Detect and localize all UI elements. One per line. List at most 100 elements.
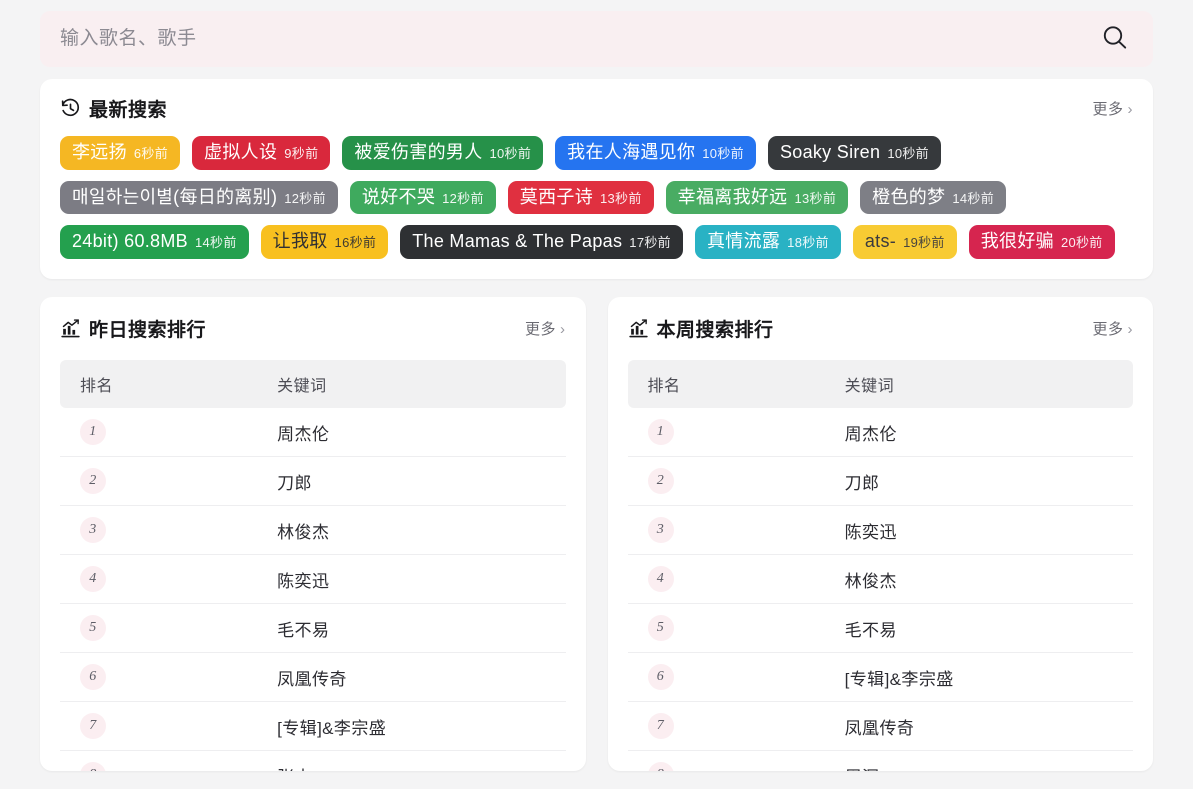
search-input[interactable] bbox=[58, 19, 1095, 59]
recent-search-tag[interactable]: 매일하는이별(每日的离别) 12秒前 bbox=[60, 180, 338, 215]
table-row[interactable]: 4 陈奕迅 bbox=[60, 554, 566, 605]
table-row[interactable]: 3 陈奕迅 bbox=[627, 505, 1133, 556]
table-row[interactable]: 6 凤凰传奇 bbox=[60, 652, 566, 703]
keyword-cell[interactable]: [专辑]&李宗盛 bbox=[824, 652, 1133, 703]
ranking-title-group: 本周搜索排行 bbox=[628, 315, 774, 342]
rank-cell: 8 bbox=[627, 750, 825, 772]
recent-search-tag[interactable]: 幸福离我好远 13秒前 bbox=[665, 180, 849, 215]
recent-search-tag[interactable]: 我在人海遇见你 10秒前 bbox=[555, 136, 756, 170]
search-button[interactable] bbox=[1095, 19, 1135, 59]
keyword-cell[interactable]: 张杰 bbox=[257, 750, 566, 772]
keyword-cell[interactable]: 林俊杰 bbox=[257, 505, 566, 556]
ranking-more-link[interactable]: 更多 › bbox=[525, 318, 566, 339]
recent-search-tag-label: 被爱伤害的男人 bbox=[354, 142, 483, 162]
keyword-cell[interactable]: 陈奕迅 bbox=[257, 554, 566, 605]
table-row[interactable]: 2 刀郎 bbox=[627, 456, 1133, 507]
chevron-right-icon: › bbox=[560, 321, 566, 339]
keyword-cell[interactable]: [专辑]&李宗盛 bbox=[257, 701, 566, 752]
rank-cell: 2 bbox=[627, 456, 825, 507]
table-row[interactable]: 8 张杰 bbox=[60, 750, 566, 772]
rank-badge: 7 bbox=[80, 713, 106, 740]
recent-search-tag-label: 24bit) 60.8MB bbox=[72, 231, 188, 252]
recent-search-tag-label: Soaky Siren bbox=[779, 142, 881, 162]
keyword-cell[interactable]: 刀郎 bbox=[257, 456, 566, 507]
recent-search-tag[interactable]: 说好不哭 12秒前 bbox=[349, 180, 496, 215]
table-row[interactable]: 1 周杰伦 bbox=[627, 408, 1133, 458]
rank-cell: 7 bbox=[627, 701, 825, 752]
recent-search-tag-time: 12秒前 bbox=[442, 190, 484, 206]
keyword-cell[interactable]: 周深 bbox=[824, 750, 1133, 772]
recent-search-tag-label: 매일하는이별(每日的离别) bbox=[72, 186, 278, 207]
recent-search-tag-label: 橙色的梦 bbox=[872, 186, 946, 207]
recent-searches-more-link[interactable]: 更多 › bbox=[1092, 98, 1133, 119]
keyword-cell[interactable]: 毛不易 bbox=[824, 603, 1133, 654]
rank-badge: 5 bbox=[647, 615, 674, 642]
table-row[interactable]: 3 林俊杰 bbox=[60, 505, 566, 556]
ranking-card: 本周搜索排行 更多 › 排名 关键词 1 周杰伦 2 刀郎 3 陈奕迅 4 林俊杰 5 毛不易 6 [专辑]&李… bbox=[607, 297, 1153, 772]
rank-cell: 1 bbox=[627, 408, 825, 458]
recent-search-tag[interactable]: 24bit) 60.8MB 14秒前 bbox=[60, 225, 249, 260]
recent-search-tag[interactable]: ats- 19秒前 bbox=[852, 225, 957, 260]
recent-search-tag-time: 14秒前 bbox=[194, 235, 237, 251]
keyword-cell[interactable]: 刀郎 bbox=[824, 456, 1133, 507]
recent-search-tag-label: 真情流露 bbox=[706, 231, 781, 252]
recent-search-tag-label: 说好不哭 bbox=[361, 186, 436, 207]
recent-search-tag[interactable]: 莫西子诗 13秒前 bbox=[507, 180, 654, 215]
keyword-cell[interactable]: 凤凰传奇 bbox=[824, 701, 1133, 752]
recent-search-tag-label: 我在人海遇见你 bbox=[567, 142, 696, 162]
recent-search-tag[interactable]: 虚拟人设 9秒前 bbox=[192, 136, 331, 170]
keyword-cell[interactable]: 周杰伦 bbox=[257, 408, 566, 458]
more-label: 更多 bbox=[1092, 321, 1124, 339]
recent-search-tag-time: 6秒前 bbox=[133, 146, 169, 161]
recent-search-tag[interactable]: The Mamas & The Papas 17秒前 bbox=[400, 225, 683, 260]
history-clock-icon bbox=[60, 98, 81, 119]
table-header-row: 排名 关键词 bbox=[627, 360, 1133, 409]
rank-badge: 8 bbox=[647, 762, 674, 772]
recent-search-tag[interactable]: 李远扬 6秒前 bbox=[60, 136, 181, 170]
rank-badge: 3 bbox=[80, 517, 106, 544]
bar-chart-icon bbox=[60, 318, 81, 339]
ranking-title-group: 昨日搜索排行 bbox=[60, 315, 206, 342]
keyword-cell[interactable]: 毛不易 bbox=[257, 603, 566, 654]
table-header-row: 排名 关键词 bbox=[60, 360, 566, 409]
recent-search-tag[interactable]: 橙色的梦 14秒前 bbox=[860, 180, 1007, 215]
ranking-table: 排名关键词 1 周杰伦 2 刀郎 3 陈奕迅 4 林俊杰 5 毛不易 6 [专辑]&李宗盛 7 凤凰传奇 8 周… bbox=[627, 360, 1133, 772]
table-row[interactable]: 4 林俊杰 bbox=[627, 554, 1133, 605]
recent-search-tag-time: 9秒前 bbox=[284, 146, 319, 161]
recent-searches-header: 最新搜索 更多 › bbox=[60, 95, 1133, 122]
recent-search-tag-time: 10秒前 bbox=[887, 146, 929, 161]
recent-search-tag[interactable]: 让我取 16秒前 bbox=[260, 225, 389, 260]
table-row[interactable]: 7 凤凰传奇 bbox=[627, 701, 1133, 752]
table-row[interactable]: 5 毛不易 bbox=[60, 603, 566, 654]
rank-badge: 5 bbox=[80, 615, 106, 642]
column-header: 排名 bbox=[60, 360, 258, 409]
table-row[interactable]: 2 刀郎 bbox=[60, 456, 566, 507]
rank-badge: 2 bbox=[647, 468, 674, 495]
recent-search-tag[interactable]: 我很好骗 20秒前 bbox=[968, 225, 1115, 260]
rank-cell: 4 bbox=[627, 554, 825, 605]
recent-search-tag-label: 让我取 bbox=[272, 231, 328, 252]
recent-search-tag-time: 14秒前 bbox=[952, 190, 995, 206]
rank-cell: 3 bbox=[627, 505, 825, 556]
keyword-cell[interactable]: 林俊杰 bbox=[824, 554, 1133, 605]
table-row[interactable]: 1 周杰伦 bbox=[60, 408, 566, 458]
rank-cell: 3 bbox=[60, 505, 258, 556]
ranking-card: 昨日搜索排行 更多 › 排名 关键词 1 周杰伦 2 刀郎 3 林俊杰 4 陈奕迅 5 毛不易 6 凤凰传奇 7 [… bbox=[40, 297, 586, 772]
table-row[interactable]: 5 毛不易 bbox=[627, 603, 1133, 654]
table-row[interactable]: 6 [专辑]&李宗盛 bbox=[627, 652, 1133, 703]
keyword-cell[interactable]: 陈奕迅 bbox=[824, 505, 1133, 556]
recent-search-tag-label: ats- bbox=[864, 231, 897, 252]
recent-search-tag[interactable]: Soaky Siren 10秒前 bbox=[767, 136, 941, 170]
more-label: 更多 bbox=[524, 321, 556, 339]
recent-search-tag[interactable]: 被爱伤害的男人 10秒前 bbox=[342, 136, 544, 170]
table-row[interactable]: 7 [专辑]&李宗盛 bbox=[60, 701, 566, 752]
keyword-cell[interactable]: 周杰伦 bbox=[824, 408, 1133, 458]
keyword-cell[interactable]: 凤凰传奇 bbox=[257, 652, 566, 703]
table-row[interactable]: 8 周深 bbox=[627, 750, 1133, 772]
recent-search-tag[interactable]: 真情流露 18秒前 bbox=[694, 225, 841, 260]
ranking-more-link[interactable]: 更多 › bbox=[1092, 318, 1133, 339]
ranking-row: 昨日搜索排行 更多 › 排名 关键词 1 周杰伦 2 刀郎 3 林俊杰 4 陈奕迅 5 毛不易 6 凤凰传奇 7[… bbox=[40, 297, 1153, 772]
search-page: 最新搜索 更多› 李远扬6秒前虚拟人设9秒前被爱伤害的男人10秒前我在人海遇见你… bbox=[0, 11, 1193, 789]
rank-badge: 2 bbox=[80, 468, 106, 495]
chevron-right-icon: › bbox=[1127, 321, 1133, 339]
